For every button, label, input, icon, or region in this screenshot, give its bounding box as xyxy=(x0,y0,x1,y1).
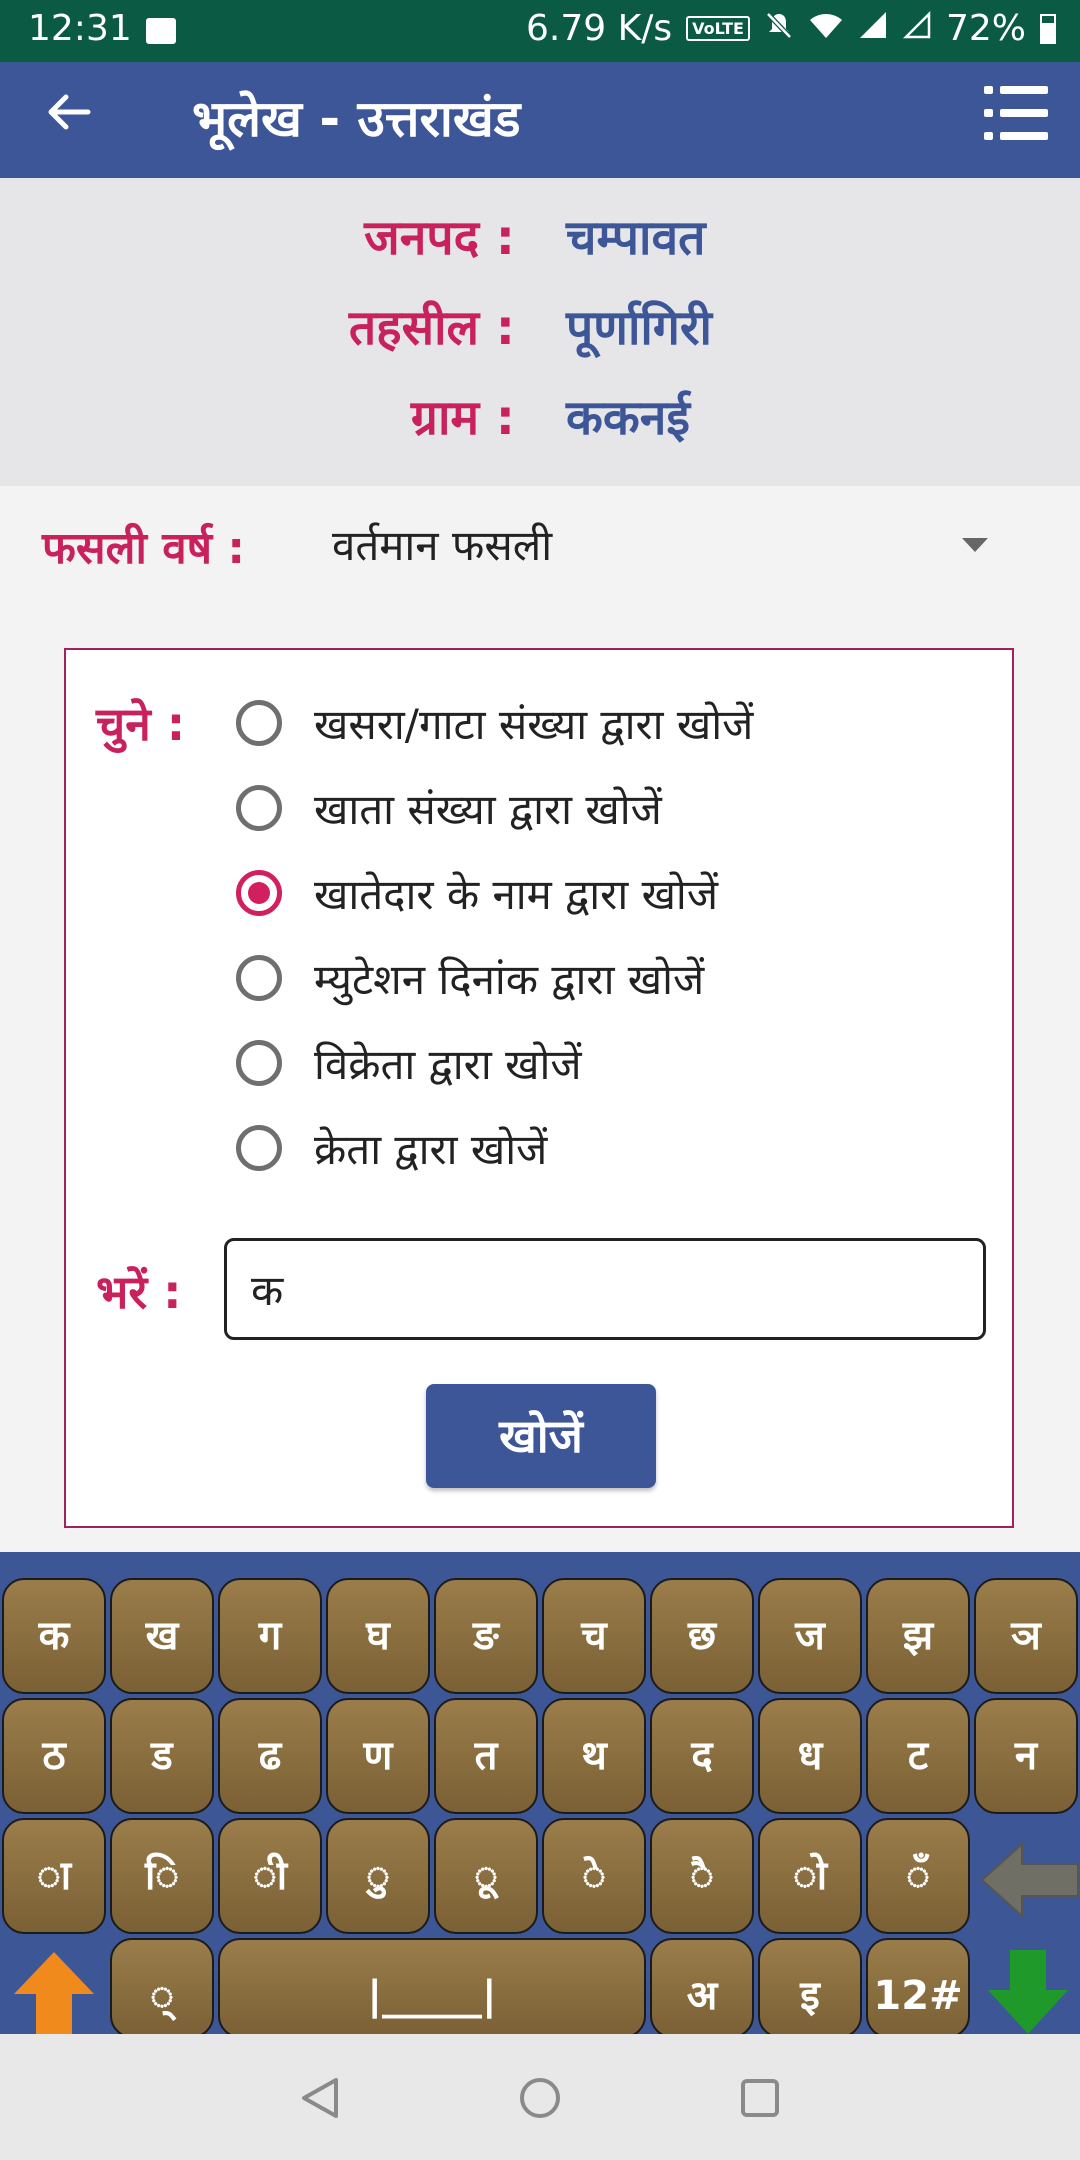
key[interactable]: ◌ँ xyxy=(866,1818,970,1934)
key[interactable]: क xyxy=(2,1578,106,1694)
option-label: क्रेता द्वारा खोजें xyxy=(314,1124,548,1174)
key[interactable]: ड xyxy=(110,1698,214,1814)
option-owner-name[interactable]: खातेदार के नाम द्वारा खोजें xyxy=(236,858,718,928)
search-button[interactable]: खोजें xyxy=(426,1384,656,1488)
key[interactable]: इ xyxy=(758,1938,862,2038)
wifi-icon xyxy=(808,8,844,49)
key[interactable]: ज xyxy=(758,1578,862,1694)
option-seller[interactable]: विक्रेता द्वारा खोजें xyxy=(236,1028,582,1098)
key[interactable]: ◌ो xyxy=(758,1818,862,1934)
key[interactable]: ण xyxy=(326,1698,430,1814)
option-label: खाता संख्या द्वारा खोजें xyxy=(314,784,662,834)
crop-year-row: फसली वर्ष : वर्तमान फसली xyxy=(0,486,1080,606)
home-circle-icon[interactable] xyxy=(516,2074,564,2122)
option-khata[interactable]: खाता संख्या द्वारा खोजें xyxy=(236,773,662,843)
key[interactable]: च xyxy=(542,1578,646,1694)
arrow-down-icon xyxy=(988,1950,1068,2034)
key[interactable]: ◌ै xyxy=(650,1818,754,1934)
key[interactable]: ख xyxy=(110,1578,214,1694)
status-icons: 6.79 K/s VoLTE 72% xyxy=(526,8,1056,49)
enter-key[interactable] xyxy=(986,1950,1070,2034)
numbers-key[interactable]: 12# xyxy=(866,1938,970,2038)
menu-button[interactable] xyxy=(984,82,1048,146)
key[interactable]: ध xyxy=(758,1698,862,1814)
choose-label: चुने : xyxy=(96,697,186,751)
key[interactable]: न xyxy=(974,1698,1078,1814)
key[interactable]: ङ xyxy=(434,1578,538,1694)
radio-button[interactable] xyxy=(236,785,282,831)
key[interactable]: ◌ा xyxy=(2,1818,106,1934)
battery-icon xyxy=(1040,13,1056,44)
village-value: ककनई xyxy=(566,390,690,446)
backspace-key[interactable] xyxy=(978,1830,1080,1930)
signal-empty-icon xyxy=(902,8,932,49)
app-bar: भूलेख - उत्तराखंड xyxy=(0,62,1080,178)
page-title: भूलेख - उत्तराखंड xyxy=(192,90,521,148)
district-row: जनपद : चम्पावत xyxy=(0,204,1080,284)
option-label: विक्रेता द्वारा खोजें xyxy=(314,1039,582,1089)
recents-square-icon[interactable] xyxy=(736,2074,784,2122)
battery-percent: 72% xyxy=(945,8,1026,49)
tehsil-row: तहसील : पूर्णागिरी xyxy=(0,294,1080,374)
backspace-arrow-icon xyxy=(980,1841,1079,1919)
option-khasra[interactable]: खसरा/गाटा संख्या द्वारा खोजें xyxy=(236,688,753,758)
key[interactable]: थ xyxy=(542,1698,646,1814)
key[interactable]: ग xyxy=(218,1578,322,1694)
network-speed: 6.79 K/s xyxy=(526,8,673,49)
key[interactable]: ञ xyxy=(974,1578,1078,1694)
option-mutation-date[interactable]: म्युटेशन दिनांक द्वारा खोजें xyxy=(236,943,704,1013)
radio-button[interactable] xyxy=(236,700,282,746)
search-card: चुने : खसरा/गाटा संख्या द्वारा खोजें खात… xyxy=(64,648,1014,1528)
village-row: ग्राम : ककनई xyxy=(0,384,1080,464)
village-label: ग्राम : xyxy=(410,390,515,446)
option-label: म्युटेशन दिनांक द्वारा खोजें xyxy=(314,954,705,1004)
space-key[interactable]: |_____| xyxy=(218,1938,646,2038)
radio-button-selected[interactable] xyxy=(236,870,282,916)
status-time: 12:31 xyxy=(28,8,132,49)
key[interactable]: ◌े xyxy=(542,1818,646,1934)
key[interactable]: ◌ू xyxy=(434,1818,538,1934)
volte-badge: VoLTE xyxy=(686,16,750,41)
option-label: खातेदार के नाम द्वारा खोजें xyxy=(314,869,718,919)
signal-icon xyxy=(858,8,888,49)
key[interactable]: ढ xyxy=(218,1698,322,1814)
dropdown-caret-icon[interactable] xyxy=(962,538,988,552)
tehsil-value: पूर्णागिरी xyxy=(566,300,712,356)
arrow-left-icon xyxy=(48,94,91,130)
back-triangle-icon[interactable] xyxy=(296,2074,344,2122)
option-buyer[interactable]: क्रेता द्वारा खोजें xyxy=(236,1113,547,1183)
mute-icon xyxy=(764,10,794,48)
key[interactable]: ◌ी xyxy=(218,1818,322,1934)
key[interactable]: अ xyxy=(650,1938,754,2038)
key[interactable]: घ xyxy=(326,1578,430,1694)
key[interactable]: छ xyxy=(650,1578,754,1694)
key[interactable]: ◌ि xyxy=(110,1818,214,1934)
arrow-up-icon xyxy=(14,1952,94,2034)
gallery-icon xyxy=(146,18,176,44)
key[interactable]: ट xyxy=(866,1698,970,1814)
back-button[interactable] xyxy=(44,82,94,152)
crop-year-dropdown[interactable]: वर्तमान फसली xyxy=(332,516,552,573)
shift-key[interactable] xyxy=(12,1950,96,2034)
search-input[interactable]: क xyxy=(224,1238,986,1340)
status-bar: 12:31 6.79 K/s VoLTE 72% xyxy=(0,0,1080,62)
radio-button[interactable] xyxy=(236,955,282,1001)
radio-button[interactable] xyxy=(236,1040,282,1086)
key[interactable]: ◌ु xyxy=(326,1818,430,1934)
key[interactable]: ठ xyxy=(2,1698,106,1814)
location-panel: जनपद : चम्पावत तहसील : पूर्णागिरी ग्राम … xyxy=(0,178,1080,486)
district-label: जनपद : xyxy=(364,210,515,266)
key[interactable]: झ xyxy=(866,1578,970,1694)
crop-year-label: फसली वर्ष : xyxy=(42,523,246,574)
tehsil-label: तहसील : xyxy=(348,300,515,356)
key[interactable]: त xyxy=(434,1698,538,1814)
option-label: खसरा/गाटा संख्या द्वारा खोजें xyxy=(314,699,754,749)
radio-button[interactable] xyxy=(236,1125,282,1171)
key[interactable]: ◌् xyxy=(110,1938,214,2038)
navigation-bar xyxy=(0,2034,1080,2160)
key[interactable]: द xyxy=(650,1698,754,1814)
fill-label: भरें : xyxy=(96,1265,182,1319)
district-value: चम्पावत xyxy=(566,210,706,266)
